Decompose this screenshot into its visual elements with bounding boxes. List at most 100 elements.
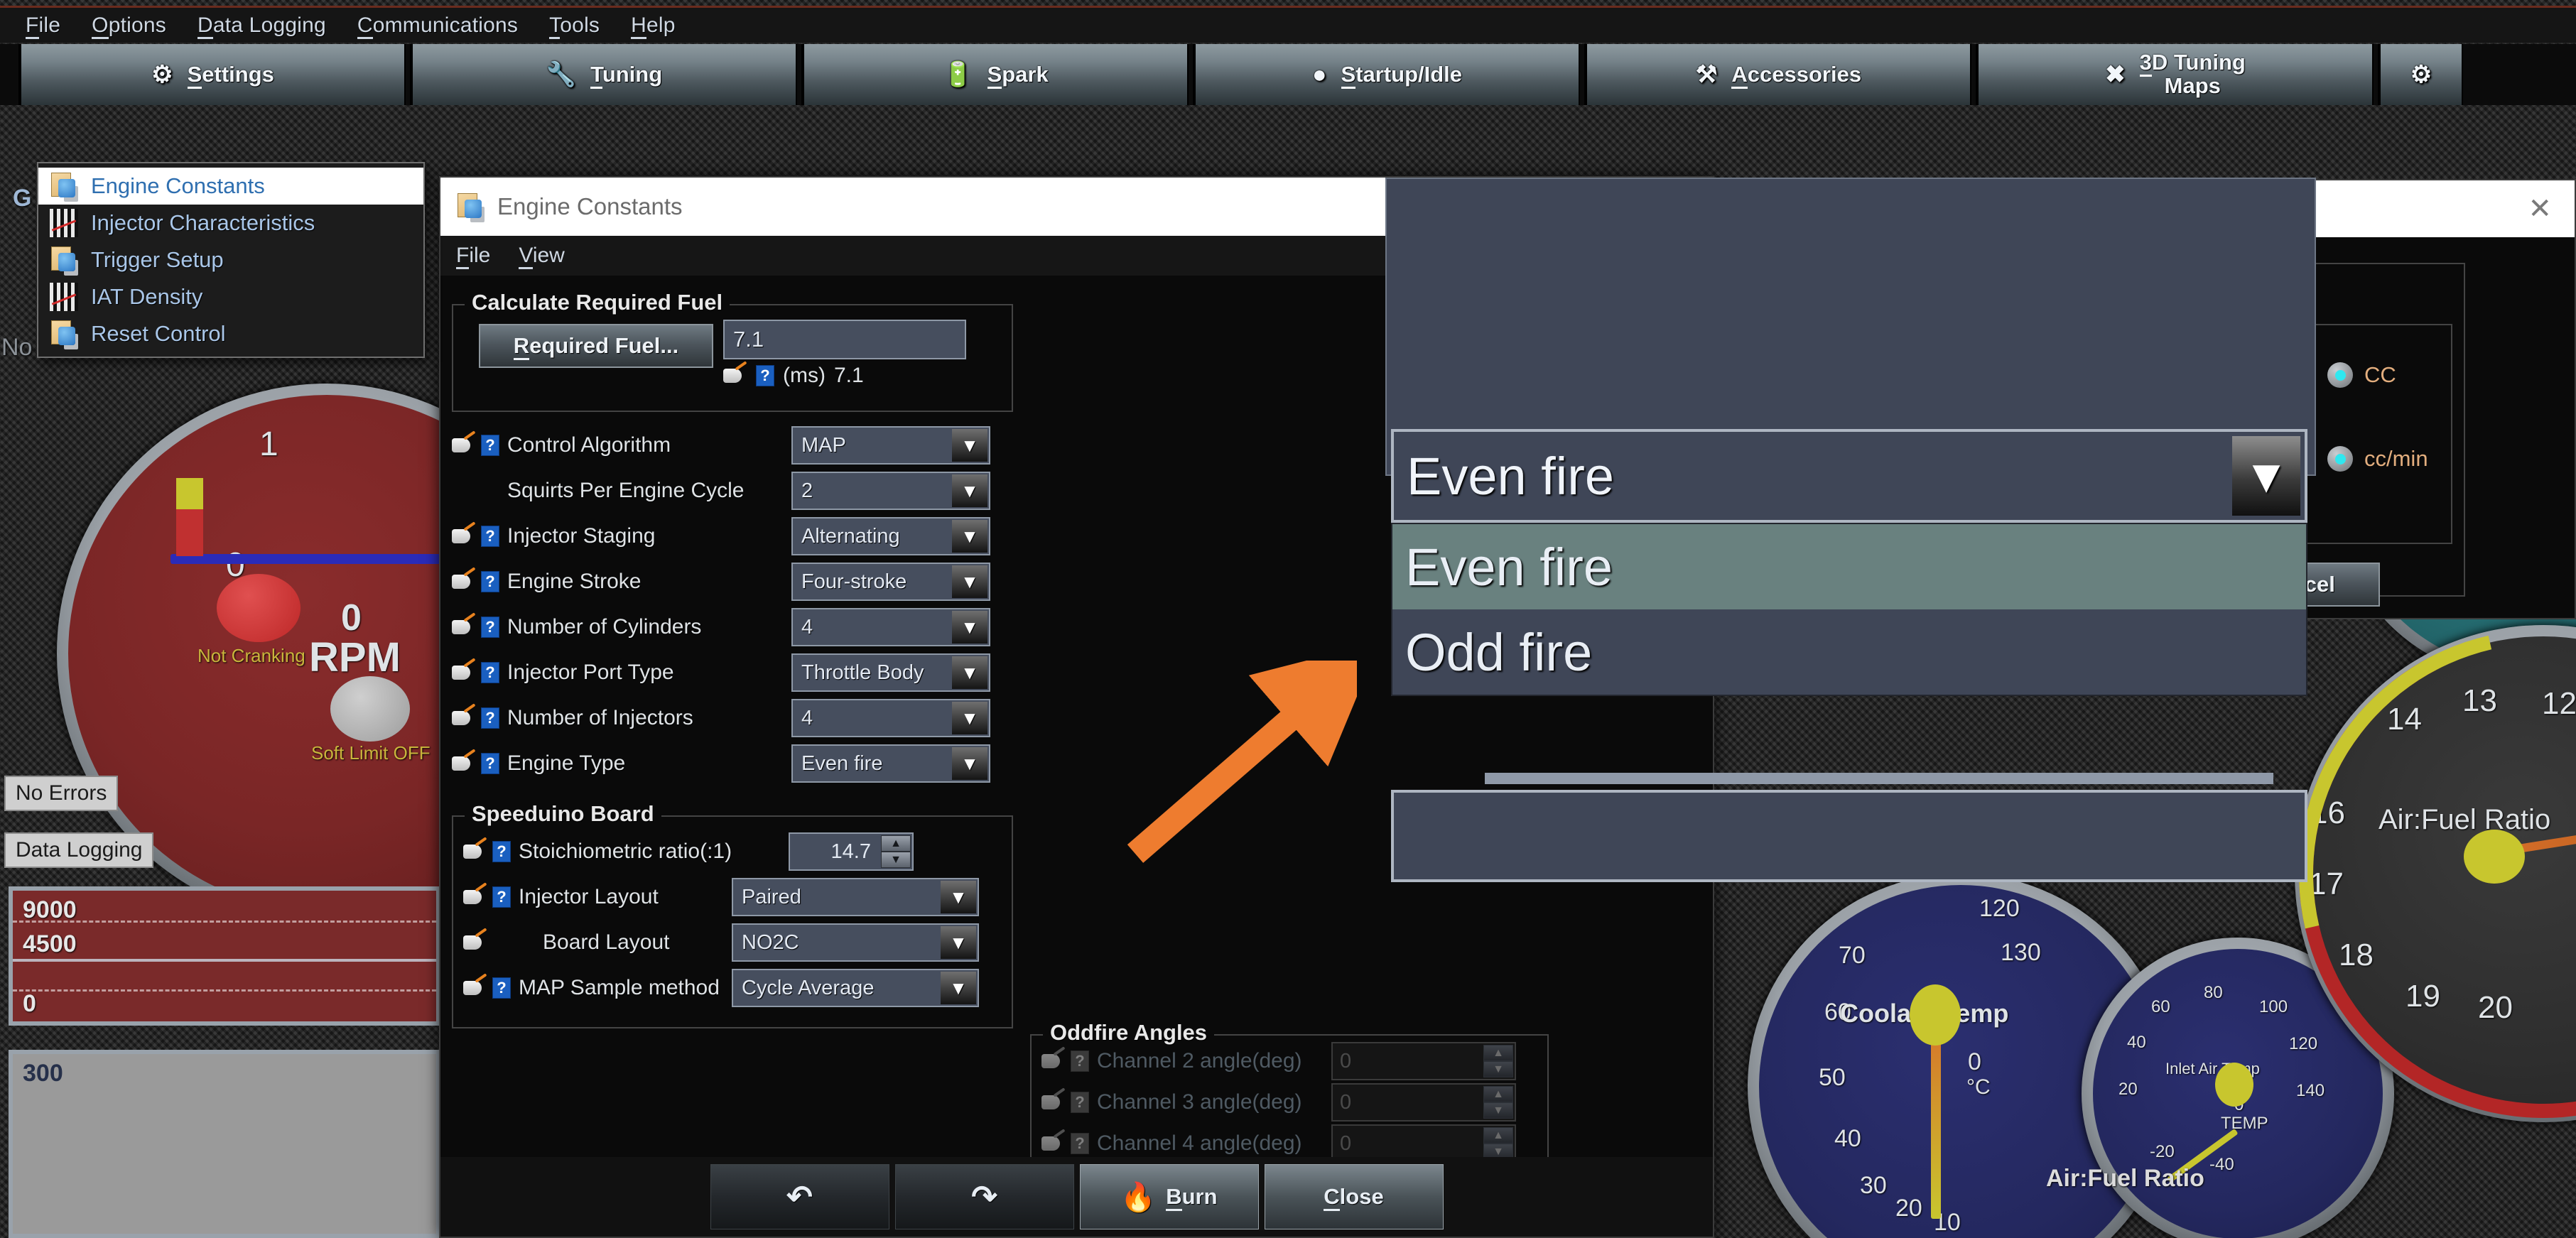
menu-options[interactable]: Options	[76, 11, 182, 40]
menu-help[interactable]: Help	[615, 11, 691, 40]
tab-accessories[interactable]: ⚒ Accessories	[1584, 44, 1971, 105]
menu-tools[interactable]: Tools	[534, 11, 615, 40]
chevron-down-icon-10[interactable]: ▼	[941, 926, 976, 959]
menu-item-trigger-setup[interactable]: Trigger Setup	[38, 241, 423, 278]
chevron-down-icon-7[interactable]: ▼	[952, 702, 987, 734]
help-icon-10[interactable]: ?	[492, 977, 511, 999]
label-stoichiometric-ratio: Stoichiometric ratio(:1)	[519, 840, 732, 863]
chevron-down-icon-9[interactable]: ▼	[941, 881, 976, 913]
combo-board-layout[interactable]: NO2C ▼	[732, 923, 979, 962]
combo-engine-type[interactable]: Even fire ▼	[791, 744, 990, 783]
secondary-history-chart: 300	[9, 1050, 440, 1238]
dialog-menu-file[interactable]: File	[456, 244, 490, 269]
help-icon-9[interactable]: ?	[492, 886, 511, 908]
tab-settings[interactable]: ⚙ Settings	[18, 44, 406, 105]
spinner-stoichiometric-ratio[interactable]: 14.7 ▲ ▼	[789, 832, 914, 871]
combo-number-of-injectors[interactable]: 4 ▼	[791, 699, 990, 737]
combo-injector-layout[interactable]: Paired ▼	[732, 878, 979, 916]
menu-communications[interactable]: Communications	[342, 11, 534, 40]
combo-map-sample-method-value: Cycle Average	[742, 976, 875, 999]
menu-item-engine-constants[interactable]: Engine Constants	[38, 168, 423, 205]
combo-injector-staging[interactable]: Alternating ▼	[791, 517, 990, 555]
rfc-close-icon[interactable]: ✕	[2521, 195, 2559, 223]
combo-injector-layout-value: Paired	[742, 885, 801, 908]
menu-item-injector-characteristics[interactable]: Injector Characteristics	[38, 205, 423, 241]
tab-overflow[interactable]: ⚙	[2378, 44, 2463, 105]
field-row-engine-type: ? Engine Type Even fire ▼	[452, 743, 1013, 784]
menu-item-trigger-setup-label: Trigger Setup	[91, 247, 224, 272]
tools-icon: ⚒	[1695, 61, 1718, 88]
undo-button[interactable]: ↶	[710, 1164, 889, 1229]
help-icon-5[interactable]: ?	[481, 662, 499, 683]
status-no-errors: No Errors	[4, 776, 119, 811]
menu-item-reset-control[interactable]: Reset Control	[38, 315, 423, 352]
radio-cc-min[interactable]: cc/min	[2327, 446, 2428, 472]
menu-data-logging[interactable]: Data Logging	[182, 11, 342, 40]
menu-file[interactable]: File	[10, 11, 76, 40]
bottom-chart-max: 300	[23, 1060, 63, 1087]
combo-injector-port-type[interactable]: Throttle Body ▼	[791, 653, 990, 692]
combo-injector-staging-value: Alternating	[801, 524, 900, 548]
chevron-down-icon-5[interactable]: ▼	[952, 611, 987, 644]
chevron-down-icon-1[interactable]: ▼	[952, 429, 987, 462]
engine-type-dropdown-closed[interactable]: Even fire ▼	[1391, 429, 2307, 523]
spinner-channel3-angle: 0 ▲ ▼	[1331, 1083, 1516, 1122]
spark-icon-5	[452, 663, 476, 683]
tab-spark[interactable]: 🔋 Spark	[801, 44, 1189, 105]
tab-3d-tuning-maps[interactable]: ✖ 3D Tuning Maps	[1976, 44, 2374, 105]
chevron-down-icon-11[interactable]: ▼	[941, 972, 976, 1004]
help-icon-6[interactable]: ?	[481, 707, 499, 729]
spin-up-icon-1[interactable]: ▲	[881, 835, 911, 852]
help-icon-8[interactable]: ?	[492, 841, 511, 862]
engine-type-option-odd-fire[interactable]: Odd fire	[1392, 609, 2306, 695]
radio-cc[interactable]: CC	[2327, 362, 2396, 388]
tab-startup-idle[interactable]: ● Startup/Idle	[1193, 44, 1580, 105]
combo-control-algorithm[interactable]: MAP ▼	[791, 426, 990, 465]
field-row-board-layout: Board Layout NO2C ▼	[463, 922, 1002, 963]
more-icon: ⚙	[2410, 61, 2432, 88]
chevron-down-icon-8[interactable]: ▼	[952, 747, 987, 780]
menu-item-iat-density[interactable]: IAT Density	[38, 278, 423, 315]
help-icon-7[interactable]: ?	[481, 753, 499, 774]
chevron-down-icon-6[interactable]: ▼	[952, 656, 987, 689]
close-button[interactable]: Close	[1264, 1164, 1444, 1229]
help-icon[interactable]: ?	[756, 365, 774, 386]
radio-cc-dot	[2327, 362, 2353, 388]
chevron-down-icon-4[interactable]: ▼	[952, 565, 987, 598]
combo-map-sample-method[interactable]: Cycle Average ▼	[732, 969, 979, 1007]
afr-footer-label: Air:Fuel Ratio	[2046, 1165, 2204, 1192]
required-fuel-button[interactable]: Required Fuel...	[479, 324, 713, 368]
chevron-down-icon-3[interactable]: ▼	[952, 520, 987, 553]
help-icon-1[interactable]: ?	[481, 435, 499, 456]
menu-file-rest: ile	[38, 13, 61, 37]
menu-communications-rest: ommunications	[372, 13, 519, 37]
combo-squirts-per-engine-cycle[interactable]: 2 ▼	[791, 472, 990, 510]
chevron-down-icon-popup[interactable]: ▼	[2232, 436, 2300, 516]
burn-button[interactable]: 🔥 Burn	[1079, 1164, 1259, 1229]
spin-down-icon-1[interactable]: ▼	[881, 852, 911, 868]
combo-number-of-cylinders[interactable]: 4 ▼	[791, 608, 990, 646]
tab-tuning[interactable]: 🔧 Tuning	[410, 44, 797, 105]
menu-options-rest: ptions	[108, 13, 166, 37]
redo-button[interactable]: ↷	[894, 1164, 1074, 1229]
main-menubar: File Options Data Logging Communications…	[0, 6, 2576, 43]
required-fuel-value-field[interactable]: 7.1	[723, 320, 966, 359]
spark-icon-11	[463, 978, 487, 998]
field-row-squirts: Squirts Per Engine Cycle 2 ▼	[452, 470, 1013, 511]
spinner-channel2-angle: 0 ▲ ▼	[1331, 1042, 1516, 1080]
engine-type-option-even-fire[interactable]: Even fire	[1392, 524, 2306, 609]
help-icon-2[interactable]: ?	[481, 526, 499, 547]
chevron-down-icon-2[interactable]: ▼	[952, 474, 987, 507]
help-icon-4[interactable]: ?	[481, 617, 499, 638]
status-data-logging[interactable]: Data Logging	[4, 832, 154, 868]
help-icon-3[interactable]: ?	[481, 571, 499, 592]
dropdown-horizontal-scrollbar[interactable]	[1485, 773, 2273, 784]
annotation-arrow	[1127, 661, 1357, 863]
combo-engine-stroke[interactable]: Four-stroke ▼	[791, 563, 990, 601]
gear-icon: ⚙	[151, 61, 173, 88]
label-control-algorithm: Control Algorithm	[507, 433, 671, 457]
engine-type-option-odd-fire-label: Odd fire	[1405, 622, 1593, 682]
radio-cc-label: CC	[2364, 362, 2396, 387]
spin-down-icon-2: ▼	[1483, 1061, 1513, 1077]
dialog-menu-view[interactable]: View	[519, 244, 565, 269]
